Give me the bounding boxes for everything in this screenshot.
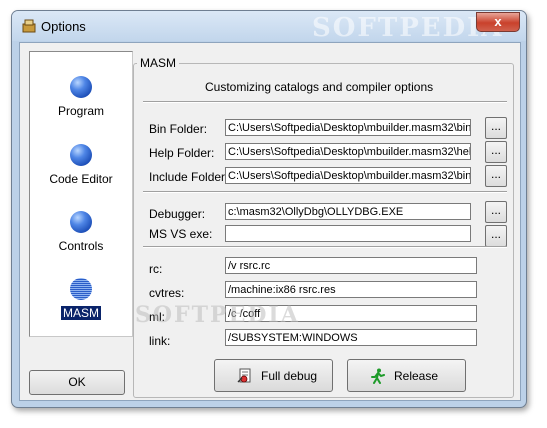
rc-options-input[interactable]: /v rsrc.rc (225, 257, 477, 274)
separator (143, 101, 507, 103)
title-bar[interactable]: Options SOFTPEDIA x (12, 11, 526, 43)
link-label: link: (149, 334, 171, 348)
msvs-exe-label: MS VS exe: (149, 227, 213, 241)
ok-button[interactable]: OK (29, 370, 125, 395)
help-folder-label: Help Folder: (149, 146, 215, 160)
app-icon (22, 19, 36, 33)
softpedia-watermark: SOFTPEDIA (135, 302, 300, 328)
msvs-exe-input[interactable] (225, 225, 471, 242)
softpedia-watermark: SOFTPEDIA (312, 13, 504, 43)
debugger-browse-button[interactable]: ... (485, 201, 507, 223)
nav-item-program[interactable]: Program (30, 76, 132, 118)
debug-document-icon (237, 368, 251, 383)
include-folder-label: Include Folder (149, 170, 226, 184)
nav-item-controls[interactable]: Controls (30, 211, 132, 253)
dialog-client-area: Program Code Editor Controls MASM OK MAS… (19, 42, 521, 401)
blue-sphere-icon (70, 211, 92, 233)
include-folder-input[interactable]: C:\Users\Softpedia\Desktop\mbuilder.masm… (225, 167, 471, 184)
release-label: Release (394, 369, 439, 383)
group-title: MASM (137, 56, 179, 70)
window-title: Options (41, 19, 86, 34)
msvs-exe-browse-button[interactable]: ... (485, 225, 507, 247)
running-man-icon (371, 368, 385, 384)
blue-sphere-icon (70, 144, 92, 166)
nav-item-masm[interactable]: MASM (30, 278, 132, 320)
nav-item-label: Code Editor (49, 172, 113, 186)
options-window: Options SOFTPEDIA x Program Code Editor … (11, 10, 527, 408)
separator (143, 191, 507, 193)
include-folder-browse-button[interactable]: ... (485, 165, 507, 187)
bin-folder-input[interactable]: C:\Users\Softpedia\Desktop\mbuilder.masm… (225, 119, 471, 136)
category-list: Program Code Editor Controls MASM (29, 51, 133, 337)
cvtres-options-input[interactable]: /machine:ix86 rsrc.res (225, 281, 477, 298)
full-debug-label: Full debug (261, 369, 318, 383)
full-debug-button[interactable]: Full debug (214, 359, 333, 392)
rc-label: rc: (149, 262, 163, 276)
nav-item-label: Controls (58, 239, 104, 253)
nav-item-code-editor[interactable]: Code Editor (30, 144, 132, 186)
debugger-input[interactable]: c:\masm32\OllyDbg\OLLYDBG.EXE (225, 203, 471, 220)
bin-folder-label: Bin Folder: (149, 122, 208, 136)
separator (143, 246, 507, 248)
close-button[interactable]: x (476, 12, 520, 32)
blue-sphere-icon (70, 278, 92, 300)
bin-folder-browse-button[interactable]: ... (485, 117, 507, 139)
release-button[interactable]: Release (347, 359, 466, 392)
nav-item-label: Program (57, 104, 104, 118)
help-folder-browse-button[interactable]: ... (485, 141, 507, 163)
link-options-input[interactable]: /SUBSYSTEM:WINDOWS (225, 329, 477, 346)
group-subtitle: Customizing catalogs and compiler option… (205, 80, 434, 94)
help-folder-input[interactable]: C:\Users\Softpedia\Desktop\mbuilder.masm… (225, 143, 471, 160)
blue-sphere-icon (70, 76, 92, 98)
debugger-label: Debugger: (149, 207, 206, 221)
nav-item-label: MASM (61, 306, 101, 320)
cvtres-label: cvtres: (149, 286, 185, 300)
